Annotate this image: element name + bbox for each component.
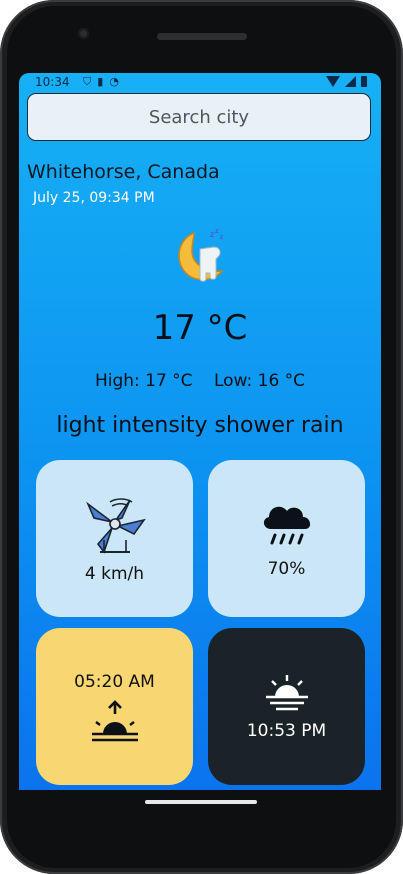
- sunrise-card: 05:20 AM: [36, 628, 193, 785]
- earpiece-speaker: [157, 33, 247, 40]
- home-gesture-bar[interactable]: [145, 800, 257, 804]
- weather-description: light intensity shower rain: [56, 413, 344, 438]
- status-bar: 10:34 ⛉ ▮ ◔: [19, 73, 381, 93]
- status-notification-icons: ⛉ ▮ ◔: [83, 75, 119, 89]
- sunrise-icon: [91, 699, 138, 741]
- wind-card: 4 km/h: [36, 460, 193, 617]
- status-time: 10:34: [35, 75, 70, 89]
- temperature: 17 °C: [152, 308, 248, 348]
- wind-speed: 4 km/h: [84, 563, 145, 584]
- svg-text:z: z: [220, 234, 223, 241]
- windmill-icon: [85, 497, 146, 554]
- high-temp: High: 17 °C: [94, 371, 193, 391]
- date-time: July 25, 09:34 PM: [33, 190, 155, 206]
- sim-card-icon: ▮: [97, 75, 104, 88]
- moon-night-icon: z z z: [178, 227, 224, 282]
- sunset-time: 10:53 PM: [246, 720, 327, 741]
- svg-text:z: z: [210, 230, 214, 239]
- high-low: High: 17 °C Low: 16 °C: [19, 371, 381, 391]
- humidity-value: 70%: [267, 558, 306, 579]
- sunset-card: 10:53 PM: [208, 628, 365, 785]
- rain-cloud-icon: [263, 506, 310, 544]
- svg-text:z: z: [215, 227, 219, 235]
- shield-icon: ⛉: [83, 75, 92, 88]
- wifi-icon: [326, 76, 340, 87]
- status-system-icons: [326, 76, 367, 87]
- app-screen: 10:34 ⛉ ▮ ◔ Search city Whitehorse, Cana…: [19, 73, 381, 790]
- battery-icon: [361, 76, 367, 87]
- sunset-icon: [265, 674, 308, 710]
- city-name: Whitehorse, Canada: [27, 161, 220, 183]
- sunrise-time: 05:20 AM: [74, 671, 155, 692]
- signal-icon: [345, 76, 356, 87]
- front-camera: [78, 28, 89, 39]
- search-input[interactable]: Search city: [27, 93, 371, 141]
- humidity-card: 70%: [208, 460, 365, 617]
- low-temp: Low: 16 °C: [213, 371, 306, 391]
- search-placeholder: Search city: [148, 106, 250, 128]
- sync-icon: ◔: [109, 75, 119, 88]
- phone-frame: 10:34 ⛉ ▮ ◔ Search city Whitehorse, Cana…: [0, 0, 403, 874]
